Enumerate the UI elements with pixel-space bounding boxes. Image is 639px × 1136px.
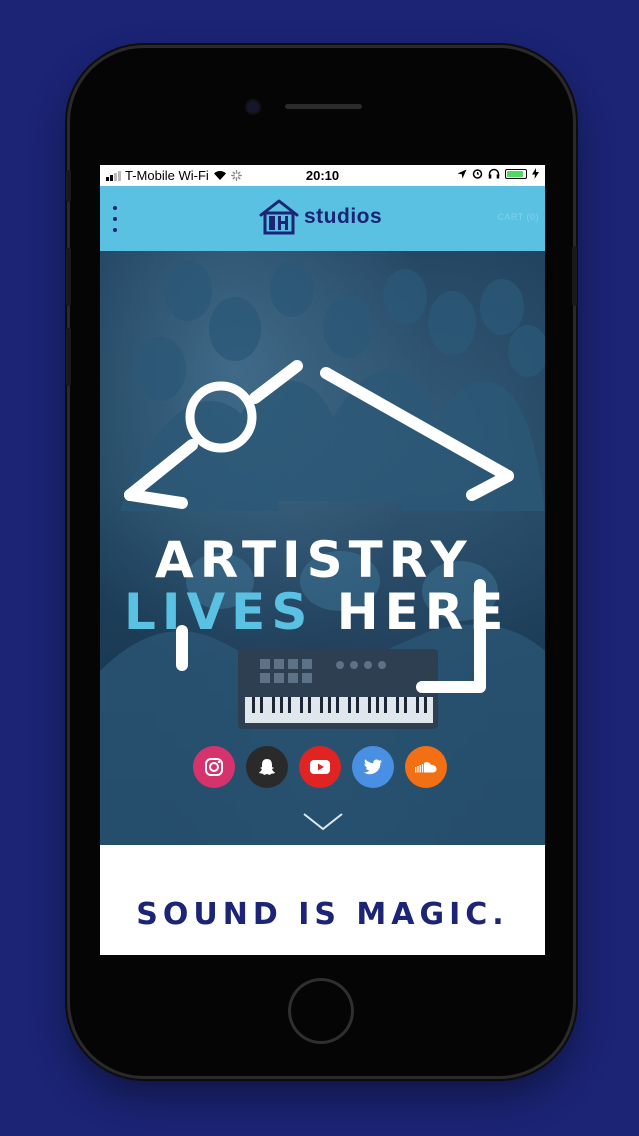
youtube-button[interactable] [299,746,341,788]
mute-switch [66,170,71,202]
alarm-icon [472,169,483,179]
twitter-button[interactable] [352,746,394,788]
power-button [572,246,577,306]
section-tagline: SOUND IS MAGIC. [136,897,509,932]
instagram-icon [205,758,223,776]
twitter-bird-icon [363,759,382,775]
youtube-icon [310,760,330,774]
headline-accent-word: LIVES [124,583,314,641]
phone-screen: T-Mobile Wi-Fi 20:10 studios CART (0) AR… [100,165,545,955]
volume-down-button [66,328,71,386]
keyboard-illustration [238,649,438,729]
snapchat-button[interactable] [246,746,288,788]
logo-wordmark: studios [304,205,383,228]
menu-dot-icon [113,217,117,221]
battery-icon [505,168,527,179]
snapchat-ghost-icon [259,759,275,775]
headline-line2: LIVES HERE [124,583,509,641]
headline-line1: ARTISTRY [155,531,473,589]
intro-section: SOUND IS MAGIC. [100,845,545,955]
home-button[interactable] [288,978,354,1044]
site-logo[interactable]: studios [258,198,382,236]
volume-up-button [66,248,71,306]
location-arrow-icon [457,169,467,178]
front-camera [247,101,259,113]
earpiece-speaker [285,104,362,109]
battery-level-fill [507,170,524,177]
headphones-icon [488,168,500,179]
social-links [193,746,447,788]
status-bar: T-Mobile Wi-Fi 20:10 [100,165,545,186]
scroll-down-chevron-icon[interactable] [302,811,344,833]
soundcloud-button[interactable] [405,746,447,788]
hero-banner: ARTISTRY LIVES HERE [100,251,545,845]
charging-bolt-icon [532,168,539,179]
site-header: studios CART (0) [100,186,545,251]
headline-plain-word: HERE [336,583,510,641]
menu-dot-icon [113,206,117,210]
menu-button[interactable] [110,206,120,232]
menu-dot-icon [113,228,117,232]
cart-link[interactable]: CART (0) [497,212,539,222]
house-logo-icon [259,199,299,235]
soundcloud-icon [415,762,437,773]
instagram-button[interactable] [193,746,235,788]
